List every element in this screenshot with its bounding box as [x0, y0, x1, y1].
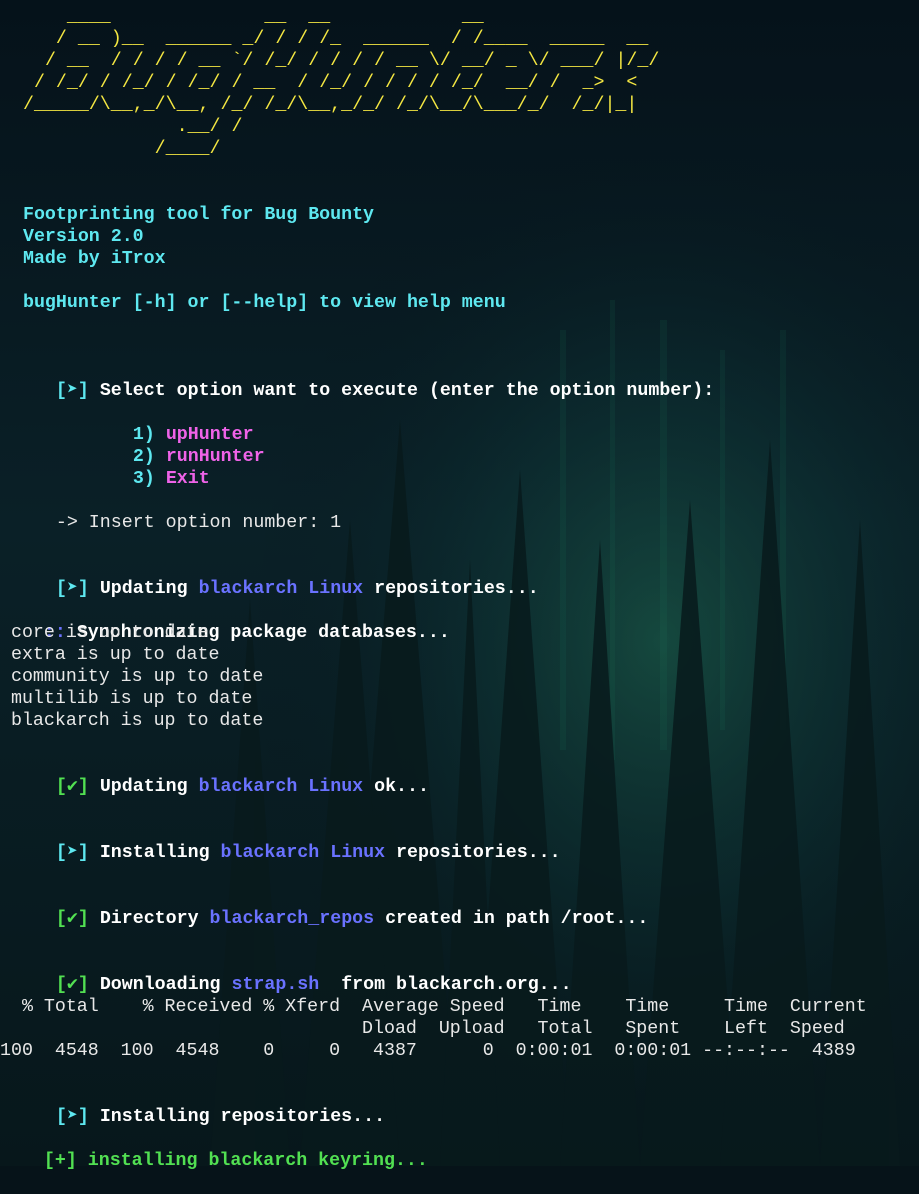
banner-line-2: / __ )__ ______ _/ / / /_ ______ / /____…: [23, 29, 649, 49]
ok-suffix: ok...: [363, 777, 429, 797]
directory-line: [✔] Directory blackarch_repos created in…: [12, 886, 648, 929]
curl-header-2: Dload Upload Total Spent Left Speed: [0, 1019, 845, 1039]
download-suffix: from blackarch.org...: [319, 975, 572, 995]
banner-line-1: ____ __ __ __: [23, 7, 484, 27]
option-input-line[interactable]: -> Insert option number: 1: [12, 490, 341, 533]
curl-header-1: % Total % Received % Xferd Average Speed…: [0, 997, 867, 1017]
option-number: 3): [132, 469, 155, 489]
repo-status: community is up to date: [0, 667, 264, 687]
sync-line: :: Synchronizing package databases...: [0, 600, 450, 643]
banner-line-3: / __ / / / / __ `/ /_/ / / / / __ \/ __/…: [23, 51, 660, 71]
menu-option-2: 2) runHunter: [89, 424, 265, 467]
option-input-prompt: -> Insert option number:: [55, 513, 331, 533]
blackarch-highlight: blackarch Linux: [198, 579, 364, 599]
check-tag: [✔]: [55, 975, 89, 995]
directory-suffix: created in path /root...: [374, 909, 649, 929]
blackarch-highlight: blackarch Linux: [198, 777, 364, 797]
intro-version: Version 2.0: [12, 227, 144, 247]
banner-line-4: / /_/ / /_/ / /_/ / __ / /_/ / / / / /_/…: [23, 73, 638, 93]
intro-help-hint: bugHunter [-h] or [--help] to view help …: [12, 293, 506, 313]
menu-prompt-line: [➤] Select option want to execute (enter…: [12, 358, 714, 401]
directory-name: blackarch_repos: [209, 909, 375, 929]
arrow-tag: [➤]: [55, 381, 89, 401]
option-label: Exit: [165, 469, 210, 489]
banner-line-6: .__/ /: [23, 117, 243, 137]
repo-status: core is up to date: [0, 623, 209, 643]
curl-progress-row: 100 4548 100 4548 0 0 4387 0 0:00:01 0:0…: [0, 1041, 856, 1061]
check-tag: [✔]: [55, 909, 89, 929]
installing-suffix: repositories...: [385, 843, 561, 863]
repo-status: multilib is up to date: [0, 689, 253, 709]
script-name: strap.sh: [231, 975, 320, 995]
repo-install-line: [➤] Installing repositories...: [12, 1084, 385, 1127]
banner-line-7: /____/: [23, 139, 221, 159]
keyring-text: installing blackarch keyring...: [76, 1151, 428, 1171]
directory-text: Directory: [99, 909, 210, 929]
ok-text: Updating: [99, 777, 199, 797]
repo-status: extra is up to date: [0, 645, 220, 665]
menu-prompt: Select option want to execute (enter the…: [99, 381, 715, 401]
download-text: Downloading: [99, 975, 232, 995]
menu-option-1: 1) upHunter: [89, 402, 254, 445]
arrow-tag: [➤]: [55, 843, 89, 863]
blackarch-highlight: blackarch Linux: [220, 843, 386, 863]
repo-status: blackarch is up to date: [0, 711, 264, 731]
plus-tag: [+]: [43, 1151, 77, 1171]
intro-author: Made by iTrox: [12, 249, 166, 269]
updating-text: Updating: [99, 579, 199, 599]
installing-text: Installing: [99, 843, 221, 863]
intro-description: Footprinting tool for Bug Bounty: [12, 205, 375, 225]
download-line: [✔] Downloading strap.sh from blackarch.…: [12, 952, 572, 995]
check-tag: [✔]: [55, 777, 89, 797]
update-ok-line: [✔] Updating blackarch Linux ok...: [12, 754, 429, 797]
terminal-output: ____ __ __ __ / __ )__ ______ _/ / / /_ …: [0, 0, 919, 1171]
arrow-tag: [➤]: [55, 579, 89, 599]
option-input-value[interactable]: 1: [330, 513, 341, 533]
banner-line-5: /_____/\__,_/\__, /_/ /_/\__,_/_/ /_/\__…: [23, 95, 638, 115]
updating-suffix: repositories...: [363, 579, 539, 599]
keyring-line: [+] installing blackarch keyring...: [0, 1128, 428, 1171]
menu-option-3: 3) Exit: [89, 446, 210, 489]
repo-install-text: Installing repositories...: [99, 1107, 386, 1127]
installing-line: [➤] Installing blackarch Linux repositor…: [12, 820, 561, 863]
updating-line: [➤] Updating blackarch Linux repositorie…: [12, 556, 539, 599]
arrow-tag: [➤]: [55, 1107, 89, 1127]
